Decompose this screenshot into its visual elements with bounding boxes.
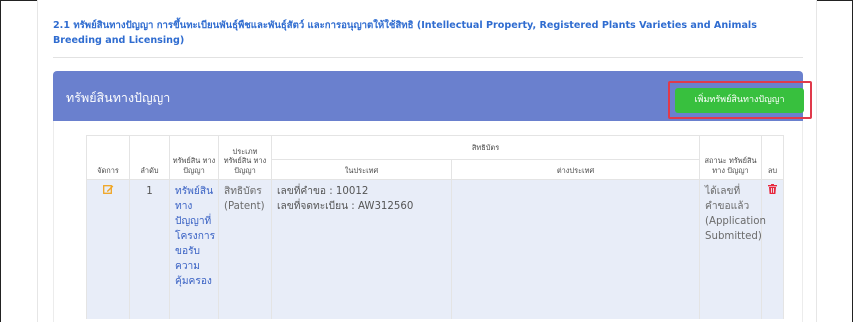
header-domestic: ในประเทศ [271,159,452,180]
add-ip-button[interactable]: เพิ่มทรัพย์สินทางปัญญา [675,88,804,113]
request-number: เลขที่คำขอ : 10012 [277,186,369,197]
panel-body: จัดการ ลำดับ ทรัพย์สิน ทาง ปัญญา ประเภท … [53,121,803,322]
ip-type-cell: สิทธิบัตร (Patent) [218,179,272,319]
ip-table: จัดการ ลำดับ ทรัพย์สิน ทาง ปัญญา ประเภท … [86,135,785,319]
table-row: 1 ทรัพย์สิน ทาง ปัญญาที่ โครงการ ขอรับ ค… [86,179,785,319]
header-rights: สิทธิบัตร [270,135,701,160]
header-delete: ลบ [761,135,785,180]
foreign-cell [450,179,701,319]
domestic-cell: เลขที่คำขอ : 10012 เลขที่จดทะเบียน : AW3… [271,179,452,319]
header-manage: จัดการ [86,135,130,180]
header-foreign: ต่างประเทศ [450,159,701,180]
content-card: 2.1 ทรัพย์สินทางปัญญา การขึ้นทะเบียนพันธ… [37,0,817,322]
add-button-highlight: เพิ่มทรัพย์สินทางปัญญา [668,81,812,119]
ip-link[interactable]: ทรัพย์สิน ทาง ปัญญาที่ โครงการ ขอรับ ควา… [169,179,219,319]
panel-title: ทรัพย์สินทางปัญญา [66,90,171,105]
header-status: สถานะ ทรัพย์สินทาง ปัญญา [699,135,763,180]
divider [53,57,803,58]
header-ip: ทรัพย์สิน ทาง ปัญญา [169,135,219,180]
edit-icon[interactable] [102,184,114,200]
registration-number: เลขที่จดทะเบียน : AW312560 [277,201,414,212]
status-cell: ได้เลขที่ คำขอแล้ว (Application Submitte… [699,179,766,319]
manage-cell [86,179,130,319]
delete-cell [761,179,785,319]
section-title: 2.1 ทรัพย์สินทางปัญญา การขึ้นทะเบียนพันธ… [53,20,757,46]
panel-header: ทรัพย์สินทางปัญญา เพิ่มทรัพย์สินทางปัญญา [53,71,812,121]
header-ip-type: ประเภท ทรัพย์สิน ทาง ปัญญา [218,135,272,180]
header-order: ลำดับ [129,135,170,180]
trash-icon[interactable] [768,184,778,199]
order-cell: 1 [129,179,170,319]
